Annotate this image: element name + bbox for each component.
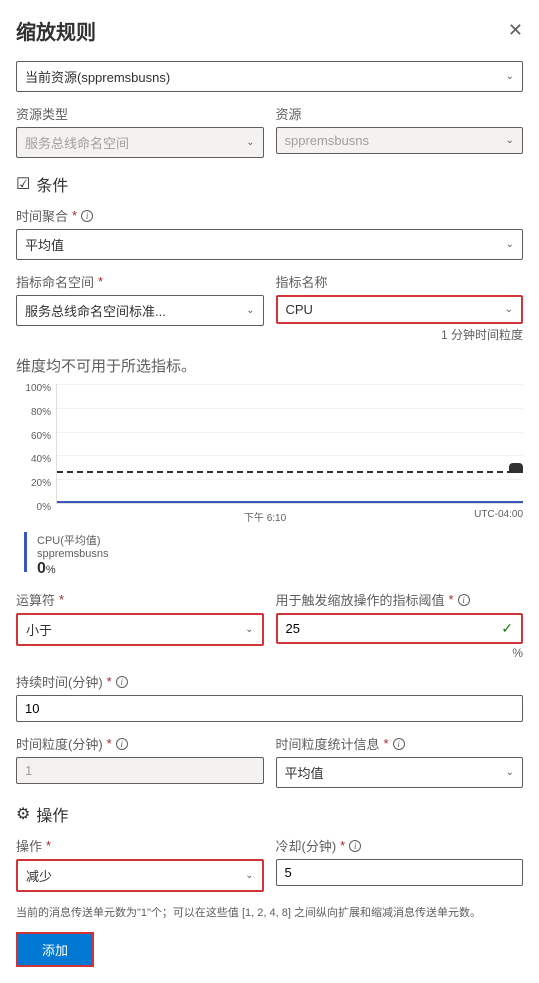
cooldown-input[interactable] bbox=[276, 859, 524, 886]
page-title: 缩放规则 bbox=[16, 16, 96, 45]
data-spike bbox=[509, 463, 523, 473]
time-aggregation-label: 时间聚合 bbox=[16, 206, 68, 225]
chevron-down-icon: ⌄ bbox=[246, 137, 254, 148]
threshold-line bbox=[57, 471, 523, 473]
y-tick: 80% bbox=[16, 408, 51, 409]
x-tick: 下午 6:10 bbox=[244, 509, 286, 524]
time-grain-label: 时间粒度(分钟) bbox=[16, 734, 103, 753]
action-value: 减少 bbox=[26, 866, 52, 885]
resource-type-value: 服务总线命名空间 bbox=[25, 133, 129, 152]
metric-namespace-dropdown[interactable]: 服务总线命名空间标准... ⌄ bbox=[16, 295, 264, 326]
metric-name-value: CPU bbox=[286, 302, 313, 317]
chevron-down-icon: ⌄ bbox=[506, 239, 514, 250]
cooldown-label: 冷却(分钟) bbox=[276, 836, 337, 855]
time-aggregation-dropdown[interactable]: 平均值 ⌄ bbox=[16, 229, 523, 260]
operator-dropdown[interactable]: 小于 ⌄ bbox=[16, 613, 264, 646]
add-button-label: 添加 bbox=[42, 943, 68, 958]
condition-icon: ☑ bbox=[16, 174, 30, 194]
y-tick: 40% bbox=[16, 455, 51, 456]
time-grain-stat-value: 平均值 bbox=[285, 763, 324, 782]
operator-value: 小于 bbox=[26, 620, 52, 639]
duration-input[interactable] bbox=[16, 695, 523, 722]
chevron-down-icon: ⌄ bbox=[506, 767, 514, 778]
threshold-input[interactable] bbox=[286, 621, 502, 636]
required-indicator: * bbox=[107, 736, 112, 751]
legend-unit: % bbox=[46, 564, 56, 576]
resource-dropdown: sppremsbusns ⌄ bbox=[276, 127, 524, 154]
required-indicator: * bbox=[98, 274, 103, 289]
chevron-down-icon: ⌄ bbox=[245, 624, 253, 635]
legend-metric: CPU(平均值) bbox=[37, 532, 109, 548]
close-button[interactable]: ✕ bbox=[508, 20, 523, 41]
y-tick: 20% bbox=[16, 479, 51, 480]
resource-label: 资源 bbox=[276, 104, 524, 123]
info-icon[interactable]: i bbox=[349, 840, 361, 852]
dimension-warning: 维度均不可用于所选指标。 bbox=[16, 355, 523, 376]
add-button[interactable]: 添加 bbox=[16, 932, 94, 967]
y-tick: 60% bbox=[16, 432, 51, 433]
resource-value: sppremsbusns bbox=[285, 133, 370, 148]
duration-label: 持续时间(分钟) bbox=[16, 672, 103, 691]
time-grain-stat-label: 时间粒度统计信息 bbox=[276, 734, 380, 753]
chevron-down-icon: ⌄ bbox=[245, 870, 253, 881]
legend-resource: sppremsbusns bbox=[37, 548, 109, 560]
info-icon[interactable]: i bbox=[116, 676, 128, 688]
action-dropdown[interactable]: 减少 ⌄ bbox=[16, 859, 264, 892]
info-icon[interactable]: i bbox=[458, 594, 470, 606]
action-label: 操作 bbox=[16, 836, 42, 855]
info-icon[interactable]: i bbox=[116, 738, 128, 750]
y-tick: 0% bbox=[16, 503, 51, 504]
info-icon[interactable]: i bbox=[81, 210, 93, 222]
metric-name-label: 指标名称 bbox=[276, 272, 524, 291]
resource-type-label: 资源类型 bbox=[16, 104, 264, 123]
time-grain-input bbox=[16, 757, 264, 784]
required-indicator: * bbox=[449, 592, 454, 607]
required-indicator: * bbox=[340, 838, 345, 853]
chevron-down-icon: ⌄ bbox=[506, 135, 514, 146]
close-icon: ✕ bbox=[508, 20, 523, 40]
resource-selector-value: 当前资源(sppremsbusns) bbox=[25, 67, 170, 86]
helper-text: 当前的消息传送单元数为"1"个；可以在这些值 [1, 2, 4, 8] 之间纵向… bbox=[16, 904, 523, 920]
action-icon: ⚙ bbox=[16, 804, 30, 824]
action-title: 操作 bbox=[36, 802, 68, 826]
checkmark-icon: ✓ bbox=[501, 620, 513, 637]
required-indicator: * bbox=[72, 208, 77, 223]
required-indicator: * bbox=[107, 674, 112, 689]
y-tick: 100% bbox=[16, 384, 51, 385]
chevron-down-icon: ⌄ bbox=[246, 305, 254, 316]
info-icon[interactable]: i bbox=[393, 738, 405, 750]
chart-legend: CPU(平均值) sppremsbusns 0% bbox=[16, 532, 523, 578]
legend-value: 0 bbox=[37, 560, 46, 577]
operator-label: 运算符 bbox=[16, 590, 55, 609]
threshold-unit: % bbox=[276, 646, 524, 660]
threshold-label: 用于触发缩放操作的指标阈值 bbox=[276, 590, 445, 609]
time-aggregation-value: 平均值 bbox=[25, 235, 64, 254]
required-indicator: * bbox=[59, 592, 64, 607]
chevron-down-icon: ⌄ bbox=[506, 71, 514, 82]
metric-chart: 100% 80% 60% 40% 20% 0% 下午 6:10 UTC-04:0… bbox=[16, 384, 523, 524]
condition-title: 条件 bbox=[36, 172, 68, 196]
metric-namespace-label: 指标命名空间 bbox=[16, 272, 94, 291]
x-tick: UTC-04:00 bbox=[474, 509, 523, 524]
required-indicator: * bbox=[384, 736, 389, 751]
resource-selector[interactable]: 当前资源(sppremsbusns) ⌄ bbox=[16, 61, 523, 92]
metric-namespace-value: 服务总线命名空间标准... bbox=[25, 301, 166, 320]
resource-type-dropdown: 服务总线命名空间 ⌄ bbox=[16, 127, 264, 158]
time-grain-hint: 1 分钟时间粒度 bbox=[276, 326, 524, 343]
chevron-down-icon: ⌄ bbox=[505, 304, 513, 315]
required-indicator: * bbox=[46, 838, 51, 853]
data-line bbox=[57, 501, 523, 503]
time-grain-stat-dropdown[interactable]: 平均值 ⌄ bbox=[276, 757, 524, 788]
metric-name-dropdown[interactable]: CPU ⌄ bbox=[276, 295, 524, 324]
threshold-input-wrapper[interactable]: ✓ bbox=[276, 613, 524, 644]
